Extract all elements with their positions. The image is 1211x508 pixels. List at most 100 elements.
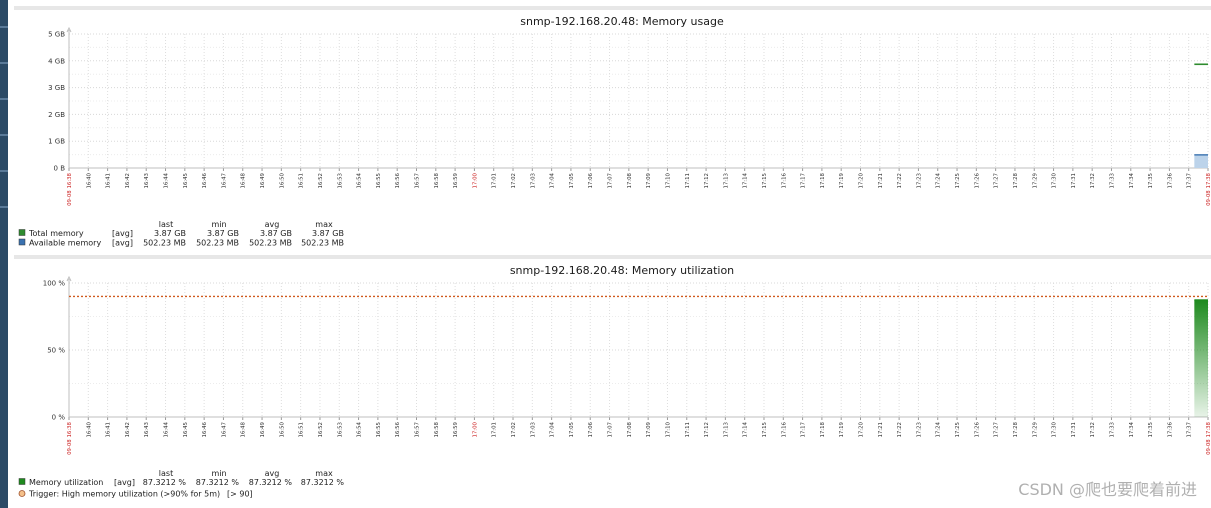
x-tick-label: 17:23 bbox=[916, 422, 922, 438]
series-area-1 bbox=[1194, 154, 1208, 168]
x-tick-label: 17:00 bbox=[472, 172, 478, 188]
x-tick-label: 17:30 bbox=[1052, 172, 1058, 188]
x-tick-label: 17:02 bbox=[511, 173, 517, 189]
legend-agg: [avg] bbox=[112, 229, 133, 238]
x-tick-label: 16:53 bbox=[337, 173, 343, 189]
x-tick-label: 17:06 bbox=[588, 421, 594, 437]
legend-agg: [avg] bbox=[112, 239, 133, 248]
x-tick-label: 17:08 bbox=[627, 421, 633, 437]
x-tick-label: 17:25 bbox=[955, 422, 961, 438]
x-tick-label: 17:37 bbox=[1187, 422, 1193, 438]
x-tick-label: 17:27 bbox=[994, 173, 1000, 189]
legend-header-last: last bbox=[159, 220, 173, 229]
x-tick-label: 17:18 bbox=[820, 172, 826, 188]
x-tick-label: 17:06 bbox=[588, 172, 594, 188]
x-tick-label: 16:55 bbox=[376, 422, 382, 438]
x-tick-label: 17:23 bbox=[916, 173, 922, 189]
x-tick-label: 17:32 bbox=[1090, 422, 1096, 438]
x-tick-label: 17:33 bbox=[1109, 422, 1115, 438]
x-tick-label: 17:32 bbox=[1090, 173, 1096, 189]
y-tick-label: 100 % bbox=[43, 280, 66, 288]
legend-header-avg: avg bbox=[265, 220, 280, 229]
x-tick-label: 17:07 bbox=[608, 422, 614, 438]
x-tick-label: 17:28 bbox=[1013, 421, 1019, 437]
x-tick-label: 17:22 bbox=[897, 422, 903, 438]
x-tick-label: 17:16 bbox=[781, 421, 787, 437]
x-tick-label: 16:47 bbox=[221, 173, 227, 189]
legend-swatch bbox=[18, 238, 26, 246]
legend-header-avg: avg bbox=[265, 469, 280, 478]
x-tick-label: 09-08 17:38 bbox=[1206, 421, 1211, 454]
y-tick-label: 4 GB bbox=[48, 57, 65, 65]
x-tick-label: 17:05 bbox=[569, 422, 575, 438]
x-tick-label: 16:45 bbox=[183, 422, 189, 438]
x-tick-label: 16:40 bbox=[86, 172, 92, 188]
x-tick-label: 16:47 bbox=[221, 422, 227, 438]
x-tick-label: 17:26 bbox=[974, 421, 980, 437]
x-tick-label: 16:58 bbox=[434, 421, 440, 437]
x-tick-label: 17:14 bbox=[743, 172, 749, 188]
x-tick-label: 17:31 bbox=[1071, 422, 1077, 438]
x-tick-label: 17:04 bbox=[550, 421, 556, 437]
x-tick-label: 17:36 bbox=[1167, 421, 1173, 437]
x-tick-label: 16:46 bbox=[202, 172, 208, 188]
x-tick-label: 17:37 bbox=[1187, 173, 1193, 189]
x-tick-label: 17:16 bbox=[781, 172, 787, 188]
x-tick-label: 17:21 bbox=[878, 173, 884, 189]
x-tick-label: 16:51 bbox=[299, 173, 305, 189]
x-tick-label: 17:24 bbox=[936, 421, 942, 437]
y-tick-label: 2 GB bbox=[48, 111, 65, 119]
trigger-legend-label: Trigger: High memory utilization (>90% f… bbox=[28, 490, 220, 499]
x-tick-label: 17:04 bbox=[550, 172, 556, 188]
x-tick-label: 17:35 bbox=[1148, 173, 1154, 189]
x-tick-label: 16:46 bbox=[202, 421, 208, 437]
x-tick-label: 17:03 bbox=[530, 173, 536, 189]
x-tick-label: 17:10 bbox=[665, 172, 671, 188]
x-tick-label: 17:11 bbox=[685, 173, 691, 189]
x-tick-label: 17:27 bbox=[994, 422, 1000, 438]
x-tick-label: 16:54 bbox=[357, 172, 363, 188]
x-tick-label: 17:30 bbox=[1052, 421, 1058, 437]
x-tick-label: 16:43 bbox=[144, 422, 150, 438]
legend-header-max: max bbox=[315, 469, 333, 478]
x-tick-label: 17:29 bbox=[1032, 421, 1038, 437]
y-tick-label: 5 GB bbox=[48, 31, 65, 39]
x-tick-label: 17:20 bbox=[859, 172, 865, 188]
x-tick-label: 16:44 bbox=[164, 421, 170, 437]
x-tick-label: 16:49 bbox=[260, 172, 266, 188]
x-tick-label: 16:57 bbox=[414, 173, 420, 189]
x-tick-label: 16:51 bbox=[299, 422, 305, 438]
x-tick-label: 16:44 bbox=[164, 172, 170, 188]
x-tick-label: 17:24 bbox=[936, 172, 942, 188]
x-tick-label: 17:18 bbox=[820, 421, 826, 437]
x-tick-label: 17:25 bbox=[955, 173, 961, 189]
x-tick-label: 16:56 bbox=[395, 421, 401, 437]
x-tick-label: 17:35 bbox=[1148, 422, 1154, 438]
x-tick-label: 17:22 bbox=[897, 173, 903, 189]
x-tick-label: 17:02 bbox=[511, 422, 517, 438]
x-tick-label: 17:15 bbox=[762, 422, 768, 438]
x-tick-label: 17:17 bbox=[801, 422, 807, 438]
graph-panel-memory-utilization: snmp-192.168.20.48: Memory utilization 10… bbox=[14, 259, 1211, 504]
x-tick-label: 17:13 bbox=[723, 173, 729, 189]
legend-value-avg: 502.23 MB bbox=[249, 239, 292, 248]
y-tick-label: 50 % bbox=[47, 347, 65, 355]
legend-value-min: 87.3212 % bbox=[196, 478, 240, 487]
x-tick-label: 16:43 bbox=[144, 173, 150, 189]
legend-series-name: Available memory bbox=[29, 239, 101, 248]
x-tick-label: 17:09 bbox=[646, 421, 652, 437]
y-tick-label: 0 B bbox=[54, 165, 66, 173]
x-tick-label: 17:28 bbox=[1013, 172, 1019, 188]
legend-value-max: 87.3212 % bbox=[301, 478, 345, 487]
x-tick-label: 16:42 bbox=[125, 422, 131, 438]
x-tick-label: 16:45 bbox=[183, 173, 189, 189]
x-tick-label: 17:01 bbox=[492, 422, 498, 438]
x-tick-label: 17:11 bbox=[685, 422, 691, 438]
x-tick-label: 16:58 bbox=[434, 172, 440, 188]
x-tick-label: 16:50 bbox=[279, 172, 285, 188]
x-tick-label: 16:56 bbox=[395, 172, 401, 188]
x-tick-label: 17:13 bbox=[723, 422, 729, 438]
x-tick-label: 17:14 bbox=[743, 421, 749, 437]
x-tick-label: 16:54 bbox=[357, 421, 363, 437]
legend-header-min: min bbox=[211, 220, 226, 229]
